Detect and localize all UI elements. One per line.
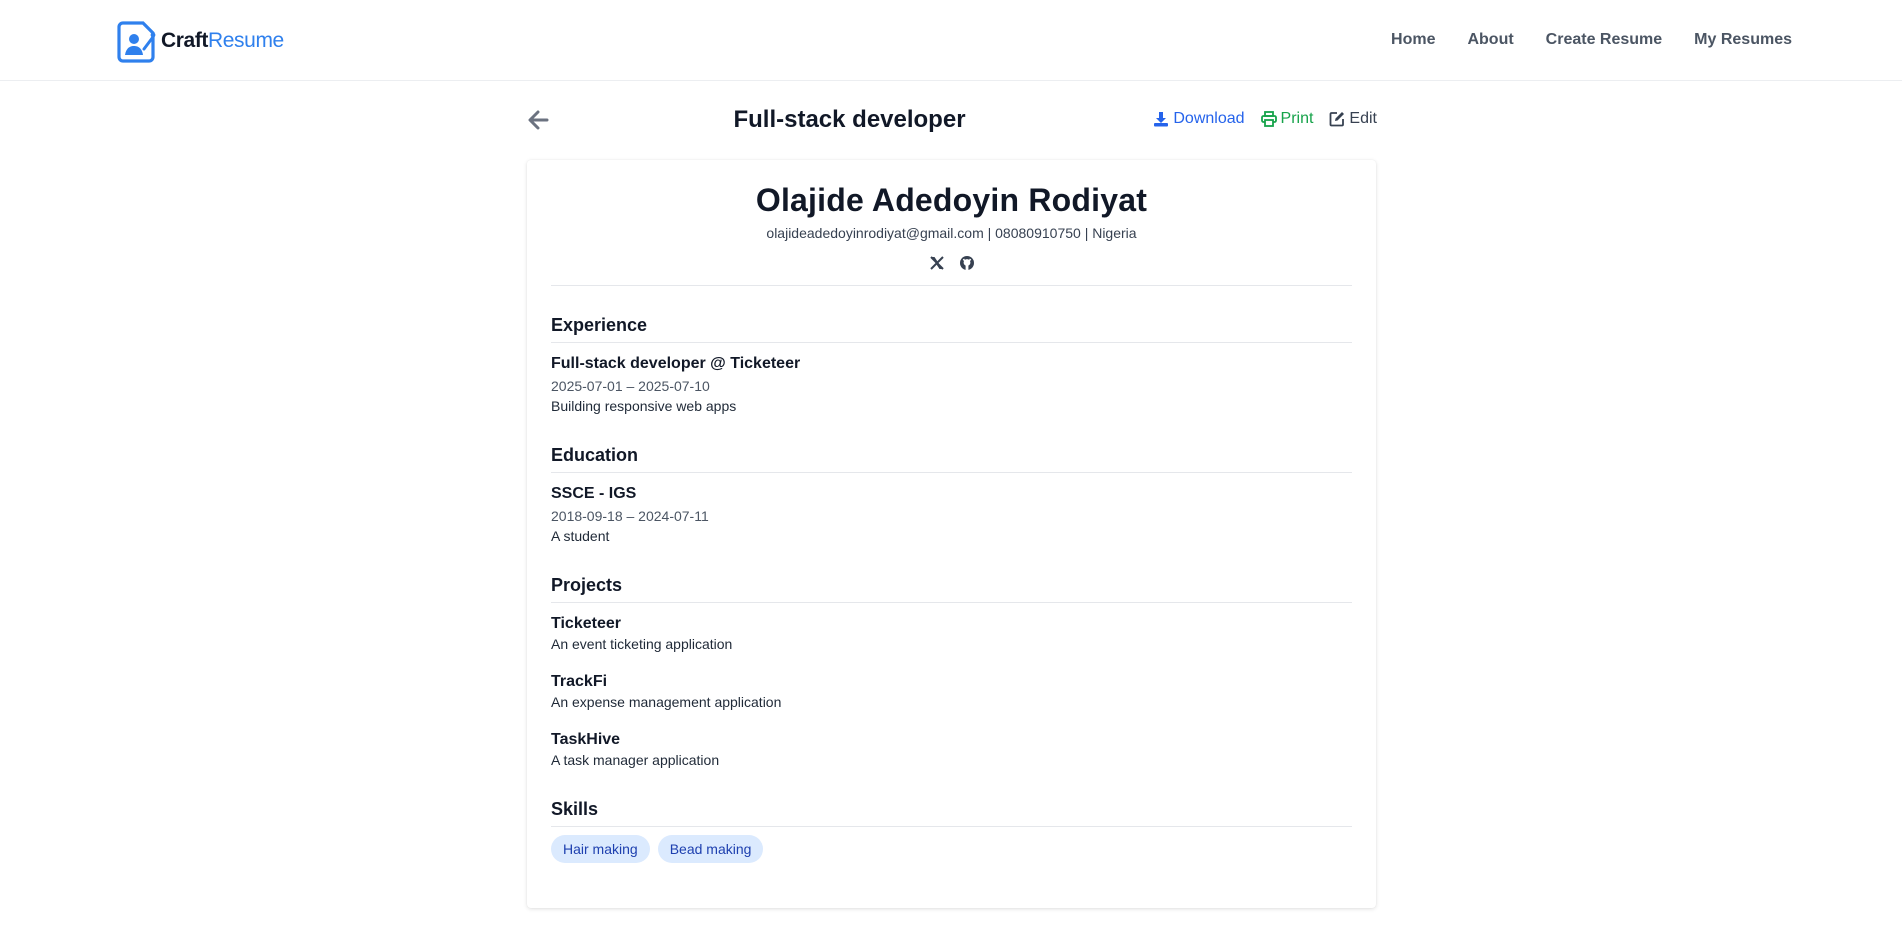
project-description: An event ticketing application — [551, 636, 733, 652]
project-name: TrackFi — [551, 673, 608, 690]
brand-name-part1: Craft — [161, 29, 209, 52]
brand-name: CraftResume — [161, 29, 284, 53]
social-links — [551, 255, 1352, 271]
experience-description: Building responsive web apps — [551, 398, 737, 414]
list-item: TrackFi An expense management applicatio… — [551, 672, 1352, 712]
skills-list: Hair making Bead making — [551, 835, 1352, 863]
arrow-left-icon — [528, 110, 549, 130]
list-item: SSCE - IGS 2018-09-18 – 2024-07-11 A stu… — [551, 484, 1352, 546]
project-description: A task manager application — [551, 752, 720, 768]
project-name: TaskHive — [551, 731, 621, 748]
brand-logo[interactable]: CraftResume — [117, 18, 284, 64]
section-title-experience: Experience — [551, 315, 1352, 343]
edit-icon — [1330, 112, 1345, 127]
download-icon — [1154, 112, 1169, 127]
resume-card: Olajide Adedoyin Rodiyat olajideadedoyin… — [527, 160, 1376, 908]
download-button[interactable]: Download — [1153, 110, 1245, 128]
print-label: Print — [1280, 110, 1314, 127]
experience-dates: 2025-07-01 – 2025-07-10 — [551, 378, 710, 394]
edit-label: Edit — [1349, 110, 1377, 127]
section-title-skills: Skills — [551, 799, 1352, 827]
contact-info: olajideadedoyinrodiyat@gmail.com | 08080… — [766, 225, 1137, 241]
projects-section: Projects Ticketeer An event ticketing ap… — [551, 575, 1352, 770]
list-item: TaskHive A task manager application — [551, 730, 1352, 770]
section-title-education: Education — [551, 445, 1352, 473]
print-button[interactable]: Print — [1260, 110, 1314, 128]
top-navbar: CraftResume Home About Create Resume My … — [0, 0, 1902, 81]
resume-actions: Download Print Edit — [1137, 110, 1377, 128]
experience-section: Experience Full-stack developer @ Ticket… — [551, 315, 1352, 416]
list-item: Ticketeer An event ticketing application — [551, 614, 1352, 654]
skill-chip: Bead making — [657, 835, 764, 863]
project-description: An expense management application — [551, 694, 782, 710]
download-label: Download — [1173, 110, 1245, 127]
education-section: Education SSCE - IGS 2018-09-18 – 2024-0… — [551, 445, 1352, 546]
project-name: Ticketeer — [551, 615, 621, 632]
resume-logo-icon — [117, 21, 156, 63]
nav-home[interactable]: Home — [1391, 26, 1435, 54]
resume-toolbar: Full-stack developer Download Print Edit — [527, 104, 1377, 140]
resume-title: Full-stack developer — [733, 106, 966, 133]
x-twitter-icon[interactable] — [929, 255, 945, 271]
person-name: Olajide Adedoyin Rodiyat — [755, 182, 1148, 218]
list-item: Full-stack developer @ Ticketeer 2025-07… — [551, 354, 1352, 416]
back-button[interactable] — [527, 108, 549, 132]
github-icon[interactable] — [959, 255, 975, 271]
edit-button[interactable]: Edit — [1329, 110, 1377, 128]
nav-create-resume[interactable]: Create Resume — [1546, 26, 1663, 54]
experience-role: Full-stack developer @ Ticketeer — [551, 355, 801, 372]
education-description: A student — [551, 528, 610, 544]
main-nav: Home About Create Resume My Resumes — [1359, 26, 1792, 54]
skill-chip: Hair making — [551, 835, 650, 863]
nav-about[interactable]: About — [1467, 26, 1513, 54]
header-divider — [551, 285, 1352, 286]
section-title-projects: Projects — [551, 575, 1352, 603]
education-school: SSCE - IGS — [551, 485, 637, 502]
education-dates: 2018-09-18 – 2024-07-11 — [551, 508, 709, 524]
brand-name-part2: Resume — [208, 29, 284, 52]
skills-section: Skills Hair making Bead making — [551, 799, 1352, 863]
nav-my-resumes[interactable]: My Resumes — [1694, 26, 1792, 54]
printer-icon — [1260, 111, 1277, 127]
